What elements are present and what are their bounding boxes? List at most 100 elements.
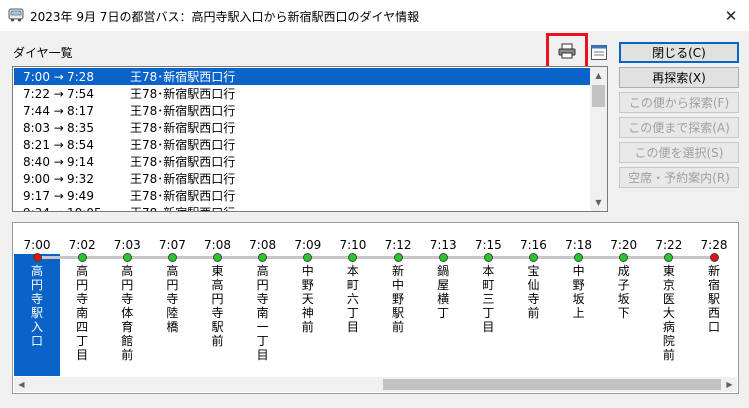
stop-marker-icon: [393, 253, 403, 262]
stop-name[interactable]: 東京医大病院前: [662, 264, 676, 362]
stop-time: 7:22: [655, 238, 683, 252]
stop-name[interactable]: 高円寺駅入口: [30, 264, 44, 348]
timetable-row[interactable]: 8:21 → 8:54 王78･新宿駅西口行: [14, 136, 590, 153]
scroll-down-icon[interactable]: ▼: [590, 194, 607, 211]
print-button[interactable]: [555, 40, 579, 62]
stop-marker-icon: [574, 253, 584, 262]
list-vertical-scrollbar[interactable]: ▲ ▼: [590, 67, 607, 211]
departure-time: 8:03 →: [23, 120, 64, 135]
departure-time: 8:40 →: [23, 154, 64, 169]
stop-time: 7:07: [158, 238, 186, 252]
close-button[interactable]: 閉じる(C): [619, 42, 739, 63]
stop-name[interactable]: 新中野駅前: [391, 264, 405, 334]
timetable-row[interactable]: 7:22 → 7:54 王78･新宿駅西口行: [14, 85, 590, 102]
timetable-list[interactable]: ▲ ▼ 7:00 → 7:28 王78･新宿駅西口行 7:22 → 7:54 王78･新宿…: [12, 66, 608, 212]
stop-marker-icon: [619, 253, 629, 262]
stop-marker-icon: [122, 253, 132, 262]
window-title: 2023年 9月 7日の都営バス：高円寺駅入口から新宿駅西口のダイヤ情報: [30, 10, 420, 24]
stop-time: 7:09: [294, 238, 322, 252]
stop-marker-icon: [664, 253, 674, 262]
arrival-time: 9:49: [67, 188, 94, 203]
list-label: ダイヤ一覧: [13, 46, 73, 60]
stop-time: 7:10: [339, 238, 367, 252]
scroll-left-icon[interactable]: ◀: [14, 377, 29, 392]
departure-time: 9:34 →: [23, 206, 64, 212]
stop-name[interactable]: 高円寺南四丁目: [75, 264, 89, 362]
stop-marker-icon: [213, 253, 223, 262]
stop-marker-icon: [77, 253, 87, 262]
stop-marker-icon: [258, 253, 268, 262]
stop-name[interactable]: 高円寺陸橋: [165, 264, 179, 334]
stop-time: 7:03: [113, 238, 141, 252]
route-name: 王78･新宿駅西口行: [130, 172, 236, 186]
timetable-row[interactable]: 8:40 → 9:14 王78･新宿駅西口行: [14, 153, 590, 170]
title-bar: 2023年 9月 7日の都営バス：高円寺駅入口から新宿駅西口のダイヤ情報 ✕: [0, 0, 749, 31]
arrival-time: 9:32: [67, 171, 94, 186]
stop-marker-icon: [303, 253, 313, 262]
panel-horizontal-scrollbar[interactable]: ◀ ▶: [14, 377, 737, 392]
stop-name[interactable]: 高円寺南一丁目: [256, 264, 270, 362]
stop-time: 7:16: [519, 238, 547, 252]
arrival-time: 8:35: [67, 120, 94, 135]
arrival-time: 7:28: [67, 69, 94, 84]
select-this-button[interactable]: この便を選択(S): [619, 142, 739, 163]
stop-marker-icon: [709, 253, 719, 262]
stop-name[interactable]: 中野天神前: [301, 264, 315, 334]
stop-name[interactable]: 宝仙寺前: [526, 264, 540, 320]
arrival-time: 8:17: [67, 103, 94, 118]
timetable-row[interactable]: 7:44 → 8:17 王78･新宿駅西口行: [14, 102, 590, 119]
route-name: 王78･新宿駅西口行: [130, 189, 236, 203]
stop-name[interactable]: 本町六丁目: [346, 264, 360, 334]
stop-name[interactable]: 本町三丁目: [481, 264, 495, 334]
route-name: 王78･新宿駅西口行: [130, 104, 236, 118]
stop-marker-icon: [167, 253, 177, 262]
stop-time: 7:00: [23, 238, 51, 252]
timetable-row[interactable]: 8:03 → 8:35 王78･新宿駅西口行: [14, 119, 590, 136]
route-name: 王78･新宿駅西口行: [130, 70, 236, 84]
route-name: 王78･新宿駅西口行: [130, 155, 236, 169]
stop-time: 7:13: [429, 238, 457, 252]
departure-time: 7:44 →: [23, 103, 64, 118]
timetable-row[interactable]: 7:00 → 7:28 王78･新宿駅西口行: [14, 68, 590, 85]
timetable-row[interactable]: 9:17 → 9:49 王78･新宿駅西口行: [14, 187, 590, 204]
stop-marker-icon: [438, 253, 448, 262]
stop-time: 7:08: [249, 238, 277, 252]
arrival-time: 10:05: [67, 206, 102, 212]
departure-time: 8:21 →: [23, 137, 64, 152]
timetable-row[interactable]: 9:00 → 9:32 王78･新宿駅西口行: [14, 170, 590, 187]
stop-name[interactable]: 成子坂下: [617, 264, 631, 320]
stop-name[interactable]: 新宿駅西口: [707, 264, 721, 334]
scroll-thumb[interactable]: [383, 379, 721, 390]
stop-marker-icon: [483, 253, 493, 262]
route-stops-panel: ◀ ▶ 7:00 高円寺駅入口 7:02 高円寺南四丁目 7:03 高円寺体育館前 7:07…: [12, 222, 739, 394]
stop-name[interactable]: 中野坂上: [572, 264, 586, 320]
print-highlight: [546, 33, 588, 69]
stop-name[interactable]: 高円寺体育館前: [120, 264, 134, 362]
stop-time: 7:15: [474, 238, 502, 252]
scroll-right-icon[interactable]: ▶: [722, 377, 737, 392]
departure-time: 7:00 →: [23, 69, 64, 84]
window-close-button[interactable]: ✕: [713, 0, 749, 31]
departure-time: 7:22 →: [23, 86, 64, 101]
stop-name[interactable]: 東高円寺駅前: [211, 264, 225, 348]
stop-name[interactable]: 鍋屋横丁: [436, 264, 450, 320]
departure-time: 9:00 →: [23, 171, 64, 186]
search-to-this-button[interactable]: この便まで探索(A): [619, 117, 739, 138]
scroll-thumb[interactable]: [592, 85, 605, 107]
timetable-window: 2023年 9月 7日の都営バス：高円寺駅入口から新宿駅西口のダイヤ情報 ✕ ダ…: [0, 0, 749, 408]
route-name: 王78･新宿駅西口行: [130, 138, 236, 152]
stop-time: 7:08: [204, 238, 231, 252]
arrival-time: 8:54: [67, 137, 94, 152]
search-from-this-button[interactable]: この便から探索(F): [619, 92, 739, 113]
route-name: 王78･新宿駅西口行: [130, 204, 235, 211]
research-button[interactable]: 再探索(X): [619, 67, 739, 88]
calendar-icon[interactable]: [590, 43, 608, 61]
stop-marker-icon: [32, 253, 42, 262]
arrival-time: 7:54: [67, 86, 94, 101]
stop-time: 7:20: [610, 238, 638, 252]
route-line: [37, 256, 717, 259]
stop-time: 7:12: [384, 238, 412, 252]
timetable-row[interactable]: 9:34 →10:05 王78･新宿駅西口行: [14, 204, 590, 212]
seat-reservation-button[interactable]: 空席・予約案内(R): [619, 167, 739, 188]
scroll-up-icon[interactable]: ▲: [590, 67, 607, 84]
